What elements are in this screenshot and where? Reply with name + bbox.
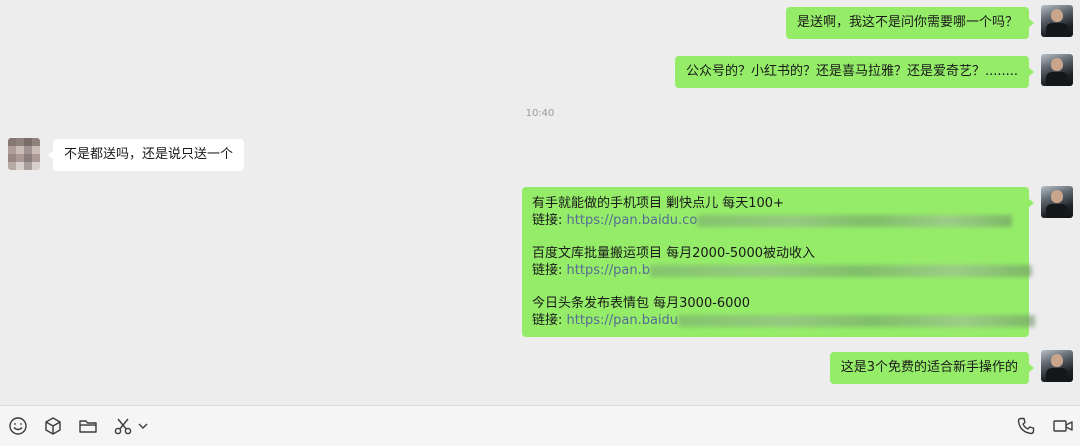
share-link[interactable]: https://pan.baidu.co <box>567 213 698 228</box>
message-text: 是送啊，我这不是问你需要哪一个吗？ <box>796 15 1018 30</box>
link-title: 百度文库批量搬运项目 每月2000-5000被动收入 <box>532 246 815 261</box>
box-icon[interactable] <box>43 416 63 436</box>
message-text: 公众号的？小红书的？还是喜马拉雅？还是爱奇艺？........ <box>685 64 1018 79</box>
my-avatar[interactable] <box>1041 5 1073 37</box>
scissors-icon[interactable] <box>113 416 133 436</box>
message-text: 不是都送吗，还是说只送一个 <box>64 147 234 162</box>
folder-icon[interactable] <box>78 416 98 436</box>
my-avatar[interactable] <box>1041 54 1073 86</box>
link-title: 今日头条发布表情包 每月3000-6000 <box>532 296 750 311</box>
chevron-down-icon[interactable] <box>137 416 149 436</box>
link-message-bubble[interactable]: 有手就能做的手机项目 剿快点儿 每天100+ 链接: https://pan.b… <box>522 187 1036 337</box>
link-label: 链接: <box>532 263 563 278</box>
phone-icon[interactable] <box>1016 416 1036 436</box>
my-avatar[interactable] <box>1041 186 1073 218</box>
blurred-link-segment <box>678 314 1036 327</box>
share-link[interactable]: https://pan.b <box>567 263 650 278</box>
blurred-link-segment <box>697 214 1013 227</box>
blurred-link-segment <box>649 264 1032 277</box>
my-avatar[interactable] <box>1041 350 1073 382</box>
emoji-icon[interactable] <box>8 416 28 436</box>
video-icon[interactable] <box>1052 416 1074 436</box>
message-text: 这是3个免费的适合新手操作的 <box>840 360 1018 375</box>
message-bubble[interactable]: 这是3个免费的适合新手操作的 <box>829 352 1034 384</box>
contact-avatar[interactable] <box>8 138 40 170</box>
message-bubble[interactable]: 不是都送吗，还是说只送一个 <box>48 139 245 171</box>
message-bubble[interactable]: 是送啊，我这不是问你需要哪一个吗？ <box>785 7 1034 39</box>
message-timestamp: 10:40 <box>525 108 555 119</box>
link-label: 链接: <box>532 313 563 328</box>
chat-area: 是送啊，我这不是问你需要哪一个吗？ 公众号的？小红书的？还是喜马拉雅？还是爱奇艺… <box>0 0 1080 405</box>
link-label: 链接: <box>532 213 563 228</box>
link-title: 有手就能做的手机项目 剿快点儿 每天100+ <box>532 196 784 211</box>
input-toolbar <box>0 405 1080 446</box>
message-bubble[interactable]: 公众号的？小红书的？还是喜马拉雅？还是爱奇艺？........ <box>674 56 1034 88</box>
share-link[interactable]: https://pan.baidu <box>567 313 679 328</box>
